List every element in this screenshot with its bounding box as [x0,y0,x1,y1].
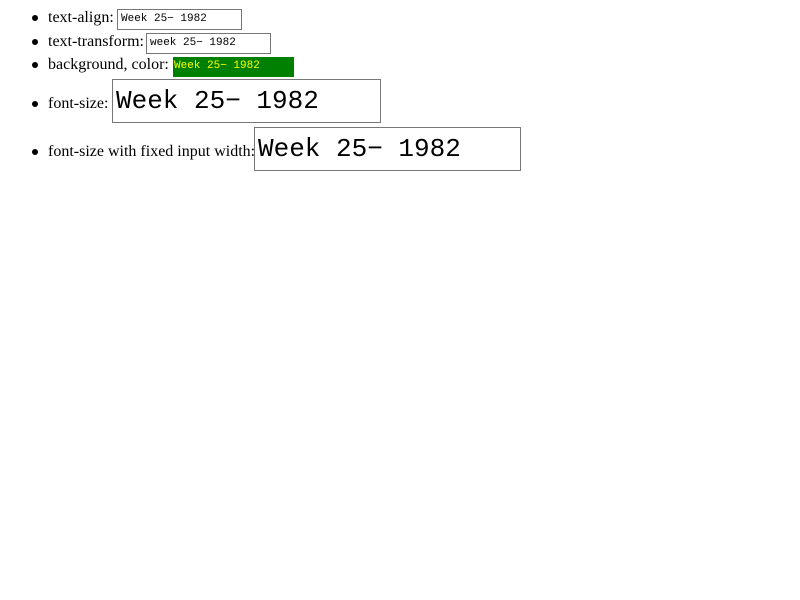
item-label: background, color: [48,56,169,73]
week-input-background-color[interactable]: Week 25− 1982 [173,57,294,77]
week-input-font-size[interactable]: Week 25− 1982 [112,79,381,123]
item-label: font-size with fixed input width: [48,143,256,160]
week-value: Week 25− 1982 [258,134,461,164]
bullet [32,101,38,107]
week-input-text-align[interactable]: Week 25− 1982 [117,9,242,30]
bullet [32,62,38,68]
item-label: text-transform: [48,33,144,50]
bullet [32,39,38,45]
week-input-font-size-fixed-width[interactable]: Week 25− 1982 [254,127,521,171]
bullet [32,15,38,21]
week-value: Week 25− 1982 [174,60,260,72]
bullet [32,149,38,155]
item-label: text-align: [48,9,114,26]
week-value: Week 25− 1982 [116,86,319,116]
week-input-text-transform[interactable]: week 25− 1982 [146,33,271,54]
week-value: week 25− 1982 [150,37,236,49]
week-value: Week 25− 1982 [121,13,207,25]
item-label: font-size: [48,95,109,112]
